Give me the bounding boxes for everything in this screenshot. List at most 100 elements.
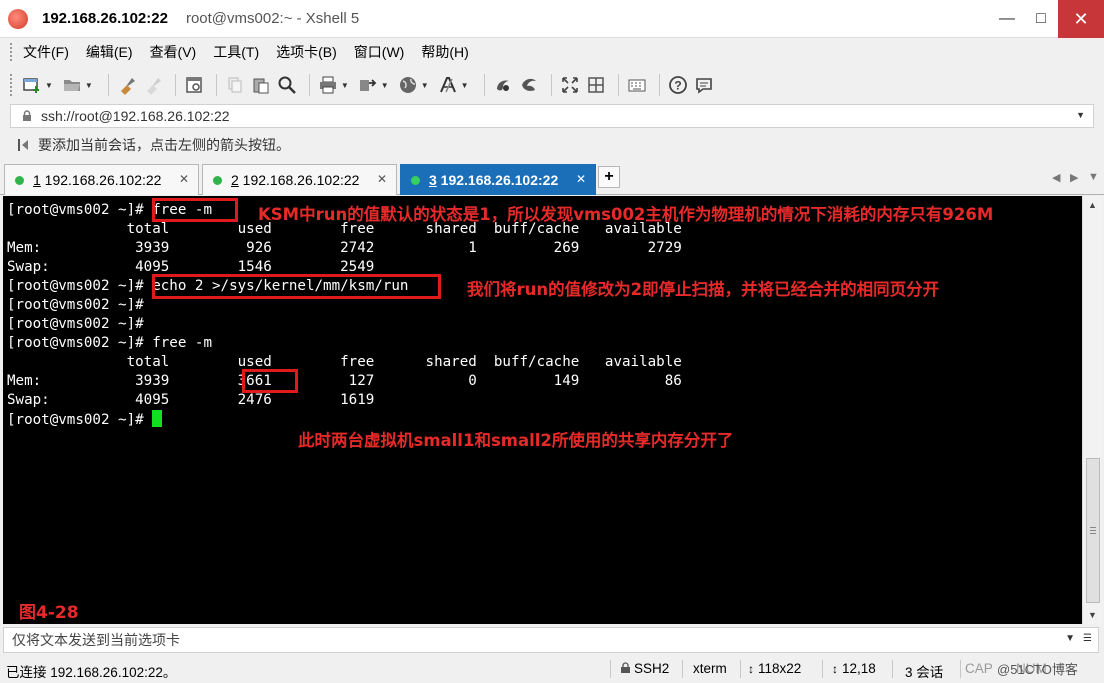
highlight-echo-command (152, 274, 441, 299)
status-connection: 已连接 192.168.26.102:22。 (6, 665, 177, 680)
menu-tabs[interactable]: 选项卡(B) (276, 42, 337, 62)
tab-session-3[interactable]: 3 192.168.26.102:22 ✕ (400, 164, 596, 195)
address-value[interactable]: ssh://root@192.168.26.102:22 (41, 108, 230, 124)
tab-number: 3 (429, 172, 437, 188)
watermark: @51CTO博客 (997, 662, 1078, 677)
menu-grip[interactable] (10, 43, 13, 61)
close-icon[interactable]: ✕ (377, 172, 387, 186)
tab-next-icon[interactable]: ▶ (1070, 171, 1078, 184)
fullscreen-icon[interactable] (559, 74, 581, 96)
chevron-down-icon[interactable]: ▼ (461, 81, 469, 90)
connected-status-icon (15, 175, 24, 185)
window-title-host: 192.168.26.102:22 (42, 10, 168, 27)
lock-icon (23, 110, 31, 121)
address-bar[interactable]: ssh://root@192.168.26.102:22 ▼ (10, 104, 1094, 128)
connected-status-icon (411, 175, 420, 185)
window-controls: — □ ✕ (990, 0, 1104, 38)
reconnect-icon[interactable] (116, 74, 138, 96)
globe-icon[interactable] (397, 74, 419, 96)
menu-help[interactable]: 帮助(H) (421, 42, 468, 62)
toolbar-divider (308, 74, 310, 96)
menu-window[interactable]: 窗口(W) (354, 42, 405, 62)
terminal-line: Swap: 4095 2476 1619 (7, 392, 375, 408)
close-icon[interactable]: ✕ (179, 172, 189, 186)
status-bar: 已连接 192.168.26.102:22。 SSH2 xterm ↕ 118x2… (0, 656, 1104, 683)
svg-text:?: ? (674, 79, 681, 93)
terminal-line: Mem: 3939 3661 127 0 149 86 (7, 373, 682, 389)
transfer-icon[interactable] (357, 74, 379, 96)
close-button[interactable]: ✕ (1058, 0, 1104, 38)
toolbar-divider (107, 74, 109, 96)
menu-tools[interactable]: 工具(T) (213, 42, 259, 62)
terminal-prompt: [root@vms002 ~]# (7, 412, 153, 428)
new-session-icon[interactable] (21, 74, 43, 96)
find-icon[interactable] (276, 74, 298, 96)
toolbar-divider (483, 74, 485, 96)
status-caps: CAP (965, 661, 993, 676)
session-hint-bar: 要添加当前会话，点击左侧的箭头按钮。 (0, 132, 1104, 158)
status-sessions[interactable]: 3 会话 (905, 661, 943, 681)
tab-title: 192.168.26.102:22 (238, 172, 360, 188)
maximize-button[interactable]: □ (1024, 0, 1058, 38)
font-icon[interactable] (437, 74, 459, 96)
tab-label: 3 192.168.26.102:22 (429, 172, 558, 188)
chevron-down-icon[interactable]: ▼ (45, 81, 53, 90)
highlight-used-value (242, 369, 298, 393)
menu-edit[interactable]: 编辑(E) (86, 42, 133, 62)
terminal-cursor (152, 410, 163, 427)
terminal-scrollbar[interactable]: ▲ ▼ (1082, 196, 1102, 624)
tab-title: 192.168.26.102:22 (40, 172, 162, 188)
session-arrow-icon[interactable] (18, 138, 32, 152)
figure-label: 图4-28 (19, 603, 79, 623)
tab-list-icon[interactable]: ▼ (1088, 171, 1099, 183)
scroll-up-icon[interactable]: ▲ (1088, 200, 1097, 210)
properties-icon[interactable] (183, 74, 205, 96)
hint-text: 要添加当前会话，点击左侧的箭头按钮。 (38, 137, 290, 153)
toolbar-divider (617, 74, 619, 96)
menu-bar: 文件(F) 编辑(E) 查看(V) 工具(T) 选项卡(B) 窗口(W) 帮助(… (0, 38, 1104, 66)
scrollbar-thumb[interactable] (1086, 458, 1100, 603)
copy-icon[interactable] (224, 74, 246, 96)
compose-controls: ▼ ☰ (1065, 633, 1092, 644)
terminal-line: Mem: 3939 926 2742 1 269 2729 (7, 240, 682, 256)
xagent-icon[interactable] (518, 74, 540, 96)
scroll-down-icon[interactable]: ▼ (1088, 610, 1097, 620)
chevron-down-icon[interactable]: ▼ (421, 81, 429, 90)
chevron-down-icon[interactable]: ▼ (341, 81, 349, 90)
status-size: ↕ 118x22 (748, 661, 802, 676)
toolbar-divider (215, 74, 217, 96)
menu-file[interactable]: 文件(F) (23, 42, 69, 62)
close-icon[interactable]: ✕ (576, 172, 586, 186)
lock-icon[interactable] (585, 74, 607, 96)
terminal-screen[interactable]: [root@vms002 ~]# free -m total used free… (3, 196, 1082, 624)
open-folder-icon[interactable] (61, 74, 83, 96)
window-title: root@vms002:~ - Xshell 5 (185, 10, 360, 27)
compose-input[interactable]: 仅将文本发送到当前选项卡 ▼ ☰ (3, 627, 1099, 653)
tab-prev-icon[interactable]: ◀ (1052, 171, 1060, 184)
chevron-down-icon[interactable]: ▼ (381, 81, 389, 90)
xftp-icon[interactable] (492, 74, 514, 96)
chevron-down-icon[interactable]: ▼ (85, 81, 93, 90)
print-icon[interactable] (317, 74, 339, 96)
terminal-line: total used free shared buff/cache availa… (7, 354, 682, 370)
tab-title: 192.168.26.102:22 (436, 172, 559, 188)
tab-session-2[interactable]: 2 192.168.26.102:22 ✕ (202, 164, 397, 195)
terminal-line: [root@vms002 ~]# (7, 297, 144, 313)
toolbar: ▼ ▼ ▼ ▼ ▼ ▼ ? (0, 66, 1104, 104)
minimize-button[interactable]: — (990, 0, 1024, 38)
chevron-down-icon[interactable]: ▼ (1076, 110, 1085, 120)
chat-icon[interactable] (693, 74, 715, 96)
chevron-down-icon[interactable]: ▼ (1065, 633, 1075, 644)
toolbar-grip[interactable] (10, 74, 13, 96)
tab-session-1[interactable]: 1 192.168.26.102:22 ✕ (4, 164, 199, 195)
disconnect-icon[interactable] (142, 74, 164, 96)
paste-icon[interactable] (250, 74, 272, 96)
tab-number: 2 (231, 172, 239, 188)
help-icon[interactable]: ? (667, 74, 689, 96)
annotation-stop-scan: 我们将run的值修改为2即停止扫描，并将已经合并的相同页分开 (467, 280, 940, 299)
menu-lines-icon[interactable]: ☰ (1083, 633, 1092, 644)
add-tab-button[interactable]: + (598, 166, 620, 188)
keyboard-icon[interactable] (626, 74, 648, 96)
menu-view[interactable]: 查看(V) (150, 42, 197, 62)
highlight-free-command (152, 198, 238, 222)
